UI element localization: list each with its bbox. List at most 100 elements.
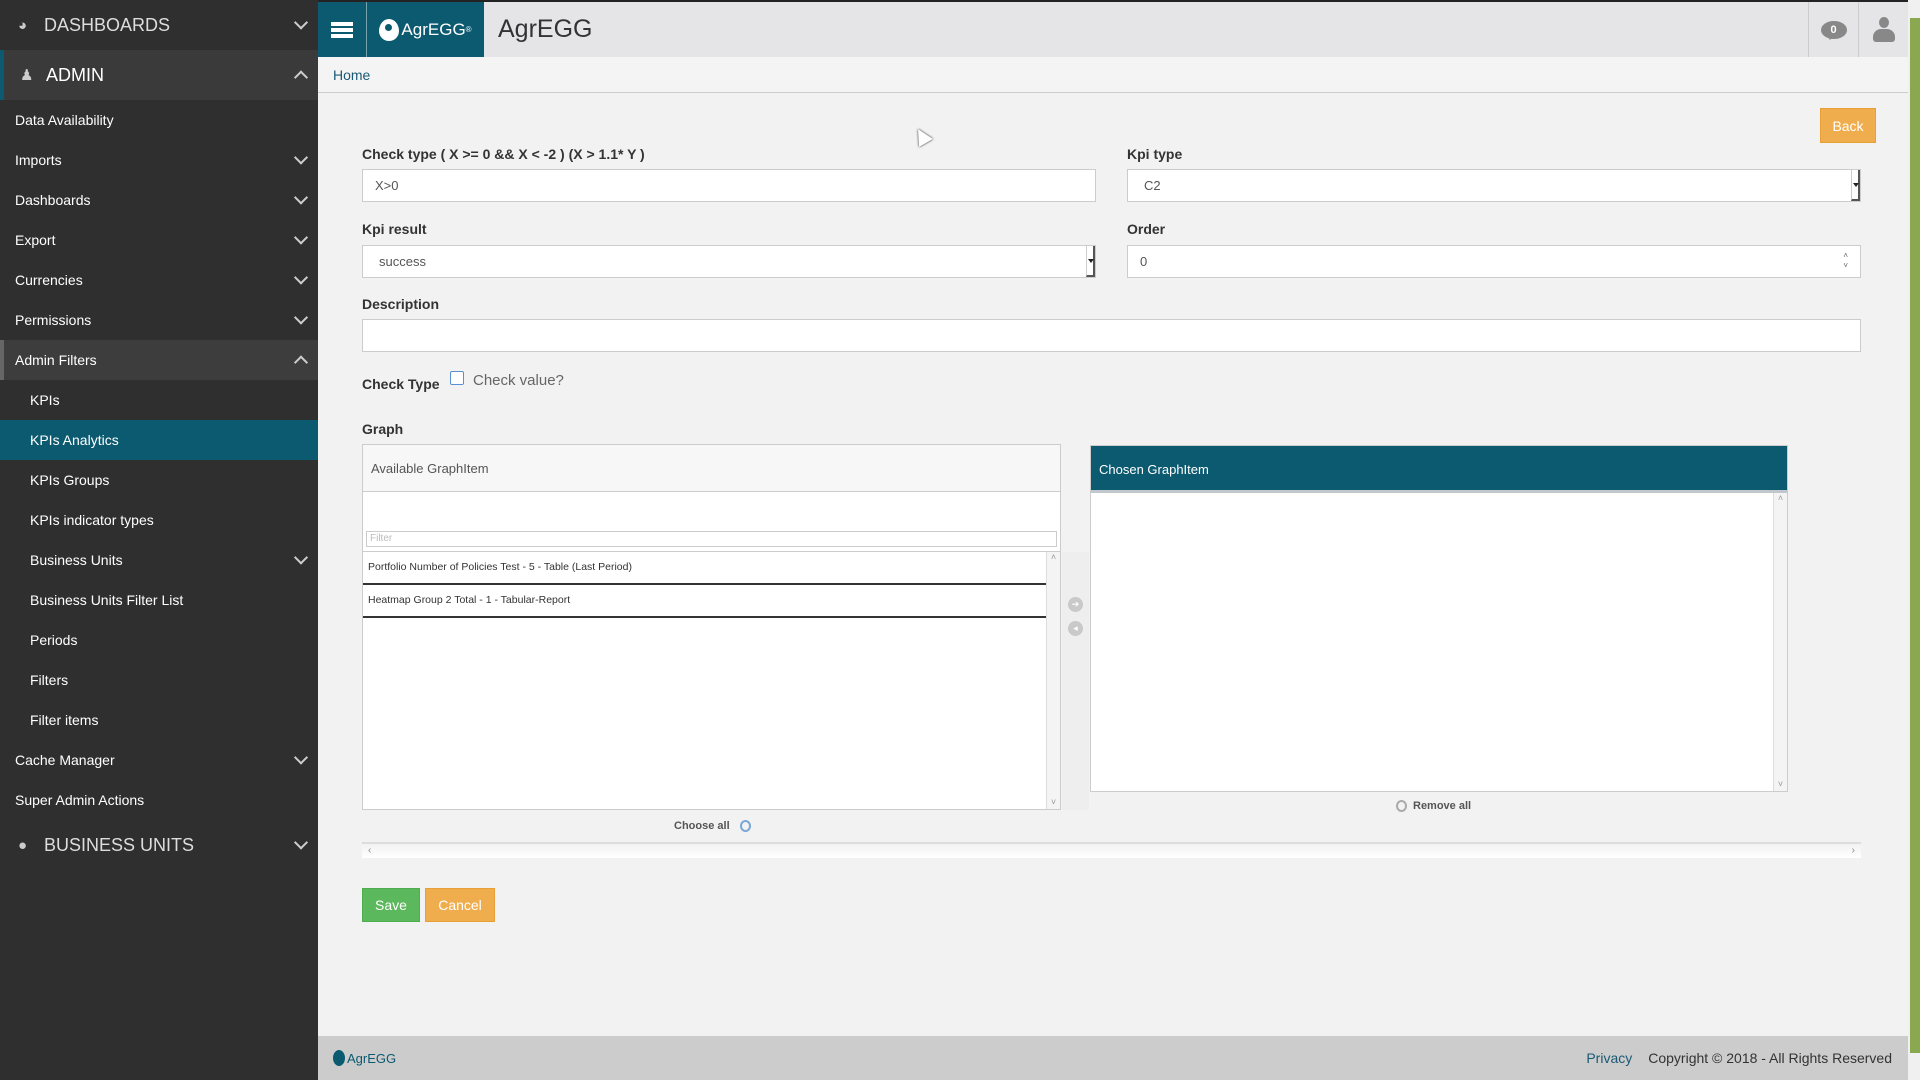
egg-logo-icon <box>379 18 400 41</box>
cancel-button[interactable]: Cancel <box>425 888 495 922</box>
chevron-down-icon <box>293 270 309 285</box>
kpi-type-value: C2 <box>1144 178 1161 193</box>
sidebar-item-admin-filters[interactable]: Admin Filters <box>0 340 318 380</box>
move-right-button[interactable]: ➔ <box>1068 597 1083 612</box>
check-type-input[interactable]: X>0 <box>362 169 1096 202</box>
sidebar-section-label: DASHBOARDS <box>44 14 171 35</box>
sidebar-item-data-availability[interactable]: Data Availability <box>0 100 318 140</box>
top-header: AgrEGG ® AgrEGG 0 <box>318 0 1908 57</box>
logo-text: AgrEGG <box>401 19 466 39</box>
footer-links: Privacy Copyright © 2018 - All Rights Re… <box>1586 1050 1892 1066</box>
brand-logo[interactable]: AgrEGG ® <box>367 2 484 57</box>
chevron-up-icon[interactable]: ˄ <box>1774 493 1787 503</box>
sidebar-item-label: Super Admin Actions <box>15 792 145 808</box>
chevron-up-icon[interactable]: ˄ <box>1047 552 1060 562</box>
move-left-button[interactable]: ◂ <box>1068 621 1083 636</box>
arrow-right-circle-icon <box>739 820 751 832</box>
sidebar-item-cache-manager[interactable]: Cache Manager <box>0 740 318 780</box>
sidebar-item-export[interactable]: Export <box>0 220 318 260</box>
registered-mark: ® <box>465 25 472 34</box>
sidebar-item-super-admin-actions[interactable]: Super Admin Actions <box>0 780 318 820</box>
save-button[interactable]: Save <box>362 888 420 922</box>
filter-input[interactable]: Filter <box>366 531 1057 547</box>
sidebar-item-kpis-analytics[interactable]: KPIs Analytics <box>0 420 318 460</box>
breadcrumb: Home <box>318 57 1908 93</box>
available-graphitem-panel: Available GraphItem Filter Portfolio Num… <box>362 444 1061 810</box>
sidebar-item-currencies[interactable]: Currencies <box>0 260 318 300</box>
sidebar-section-business-units[interactable]: ● BUSINESS UNITS <box>0 820 318 870</box>
user-icon <box>1872 16 1895 43</box>
chevron-right-icon[interactable]: › <box>1852 845 1855 856</box>
chevron-down-icon[interactable]: ˅ <box>1047 797 1060 807</box>
sidebar-item-label: Imports <box>15 152 62 168</box>
sidebar-item-label: KPIs Analytics <box>30 432 119 448</box>
sidebar-item-dashboards[interactable]: Dashboards <box>0 180 318 220</box>
sidebar-item-kpis-groups[interactable]: KPIs Groups <box>0 460 318 500</box>
chevron-down-icon <box>293 190 309 205</box>
chat-bubble-icon: 0 <box>1820 20 1847 39</box>
sidebar-item-kpis[interactable]: KPIs <box>0 380 318 420</box>
chevron-down-icon[interactable]: ˅ <box>1774 779 1787 789</box>
sidebar-item-filters[interactable]: Filters <box>0 660 318 700</box>
available-graphitem-header: Available GraphItem <box>363 445 1060 492</box>
user-menu-button[interactable] <box>1858 2 1908 57</box>
scrollbar-thumb[interactable] <box>1910 18 1920 1053</box>
hamburger-icon <box>331 20 353 40</box>
kpi-result-select[interactable]: success <box>362 245 1096 278</box>
notifications-count: 0 <box>1830 23 1837 36</box>
sidebar-section-dashboards[interactable]: ◕ DASHBOARDS <box>0 0 318 50</box>
sidebar-item-label: Filters <box>30 672 69 688</box>
description-input[interactable] <box>362 319 1861 352</box>
chevron-down-icon <box>293 15 309 30</box>
order-input[interactable]: 0 ˄ ˅ <box>1127 245 1861 278</box>
graph-label: Graph <box>362 421 404 437</box>
footer-logo-text: AgrEGG <box>347 1050 397 1066</box>
sidebar-item-business-units[interactable]: Business Units <box>0 540 318 580</box>
chevron-up-icon[interactable]: ˄ <box>1843 251 1848 260</box>
sidebar-item-kpis-indicator-types[interactable]: KPIs indicator types <box>0 500 318 540</box>
check-type-label: Check type ( X >= 0 && X < -2 ) (X > 1.1… <box>362 146 645 162</box>
list-scrollbar[interactable]: ˄ ˅ <box>1046 552 1060 809</box>
sidebar-item-label: Business Units <box>30 552 123 568</box>
sidebar-item-permissions[interactable]: Permissions <box>0 300 318 340</box>
sidebar-item-business-units-filter-list[interactable]: Business Units Filter List <box>0 580 318 620</box>
chevron-down-icon <box>293 150 309 165</box>
menu-toggle-button[interactable] <box>318 2 367 57</box>
list-scrollbar[interactable]: ˄ ˅ <box>1773 493 1787 791</box>
sidebar-section-label: BUSINESS UNITS <box>44 834 195 855</box>
chevron-down-icon <box>293 750 309 765</box>
user-plus-icon: ♟ <box>20 67 34 84</box>
privacy-link[interactable]: Privacy <box>1586 1050 1632 1066</box>
breadcrumb-home-link[interactable]: Home <box>333 67 370 83</box>
sidebar-section-admin[interactable]: ♟ ADMIN <box>0 50 318 100</box>
page-scrollbar[interactable] <box>1908 0 1920 1080</box>
kpi-type-label: Kpi type <box>1127 146 1183 162</box>
back-button[interactable]: Back <box>1820 108 1876 143</box>
kpi-result-label: Kpi result <box>362 221 427 237</box>
chevron-left-icon[interactable]: ‹ <box>368 845 371 856</box>
kpi-result-value: success <box>379 254 426 269</box>
copyright-text: Copyright © 2018 - All Rights Reserved <box>1648 1050 1892 1066</box>
chevron-down-icon <box>293 550 309 565</box>
horizontal-scrollbar[interactable]: ‹ › <box>362 842 1861 858</box>
order-value: 0 <box>1140 254 1148 269</box>
order-label: Order <box>1127 221 1166 237</box>
choose-all-button[interactable]: Choose all <box>674 820 751 832</box>
remove-all-label: Remove all <box>1413 800 1472 812</box>
list-item[interactable]: Portfolio Number of Policies Test - 5 - … <box>363 552 1046 585</box>
number-stepper[interactable]: ˄ ˅ <box>1843 251 1848 271</box>
sidebar-item-filter-items[interactable]: Filter items <box>0 700 318 740</box>
notifications-button[interactable]: 0 <box>1808 2 1858 57</box>
arrow-left-circle-icon <box>1396 800 1407 812</box>
sidebar-item-imports[interactable]: Imports <box>0 140 318 180</box>
check-value-checkbox[interactable] <box>450 371 464 385</box>
chevron-down-icon[interactable]: ˅ <box>1843 261 1848 270</box>
sidebar-item-periods[interactable]: Periods <box>0 620 318 660</box>
dashboard-icon: ◕ <box>18 16 28 34</box>
remove-all-button[interactable]: Remove all <box>1396 800 1471 812</box>
chosen-graphitem-panel: Chosen GraphItem ˄ ˅ <box>1090 445 1788 792</box>
available-list: Portfolio Number of Policies Test - 5 - … <box>363 551 1060 809</box>
list-item[interactable]: Heatmap Group 2 Total - 1 - Tabular-Repo… <box>363 585 1046 618</box>
globe-icon: ● <box>18 836 28 854</box>
kpi-type-select[interactable]: C2 <box>1127 169 1861 202</box>
